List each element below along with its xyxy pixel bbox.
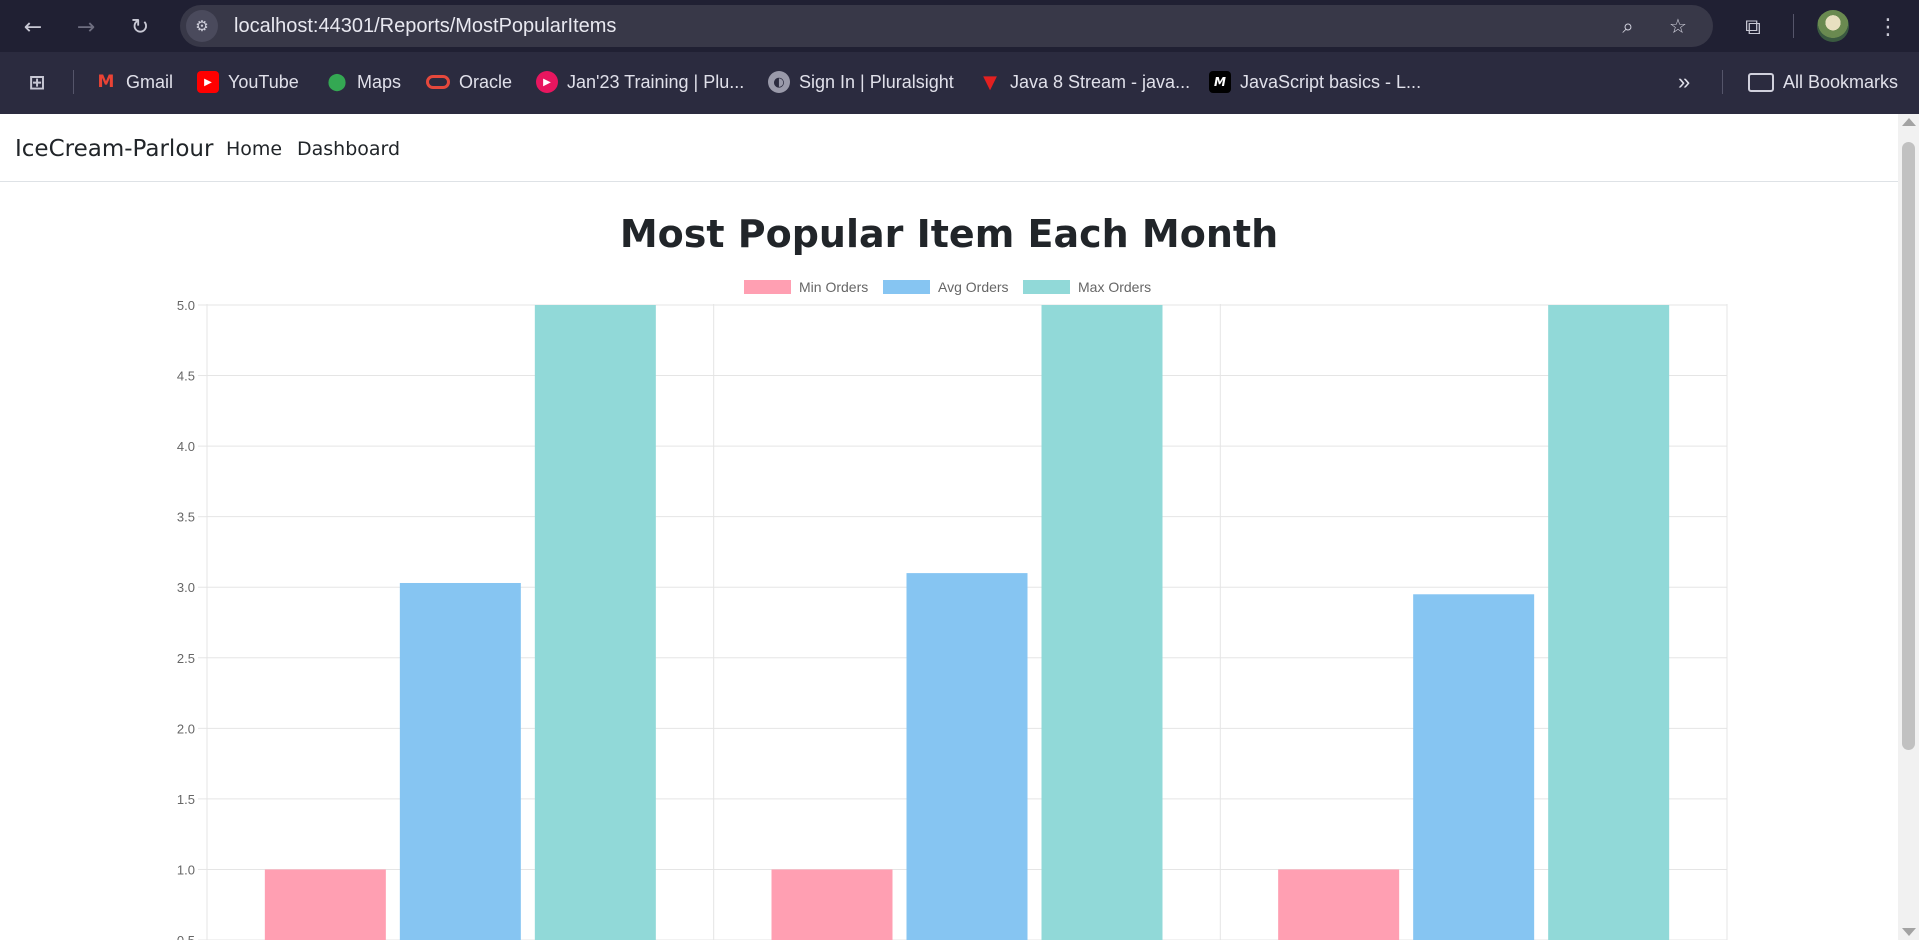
bookmark-label: Oracle <box>459 71 513 92</box>
bookmark-label: Jan'23 Training | Plu... <box>567 71 745 92</box>
bar <box>1548 305 1670 940</box>
back-arrow-icon[interactable]: ← <box>17 11 49 43</box>
y-tick-label: 4.0 <box>177 439 195 454</box>
y-tick-label: 4.5 <box>177 369 195 384</box>
pluralsight-icon: ▶ <box>536 71 558 93</box>
bookmark-javascript-basics[interactable]: M JavaScript basics - L... <box>1209 68 1421 96</box>
bar <box>771 869 893 940</box>
page-content: IceCream-Parlour Home Dashboard Most Pop… <box>0 114 1898 940</box>
y-tick-label: 3.0 <box>177 580 195 595</box>
chart-legend[interactable]: Min Orders Avg Orders Max Orders <box>744 279 1151 295</box>
page-scrollbar[interactable] <box>1898 114 1919 940</box>
chart-bars <box>264 305 1670 940</box>
bar <box>1413 594 1535 940</box>
kebab-menu-icon[interactable]: ⋮ <box>1872 11 1904 43</box>
legend-swatch <box>883 280 930 294</box>
bookmarks-divider <box>73 70 74 94</box>
bookmark-label: Gmail <box>126 71 174 92</box>
y-tick-label: 1.0 <box>177 862 195 877</box>
mdn-icon: M <box>1209 71 1231 93</box>
folder-icon <box>1748 72 1774 92</box>
y-axis: 5.0 4.5 4.0 3.5 3.0 2.5 2.0 1.5 1.0 0.5 <box>177 298 195 940</box>
all-bookmarks-button[interactable]: All Bookmarks <box>1748 68 1898 96</box>
gmail-icon: M <box>97 72 115 92</box>
bar <box>1278 869 1400 940</box>
scroll-down-arrow-icon[interactable] <box>1902 928 1916 936</box>
bookmark-gmail[interactable]: M Gmail <box>95 68 173 96</box>
bookmark-pluralsight-signin[interactable]: ◐ Sign In | Pluralsight <box>768 68 954 96</box>
java-bookmark-icon: ▼ <box>983 71 997 93</box>
bar <box>399 582 521 940</box>
bookmark-pluralsight-training[interactable]: ▶ Jan'23 Training | Plu... <box>536 68 744 96</box>
y-tick-label: 0.5 <box>177 933 195 940</box>
legend-swatch <box>744 280 791 294</box>
oracle-icon <box>426 75 450 89</box>
bar <box>1041 305 1163 940</box>
bookmark-youtube[interactable]: ▶ YouTube <box>197 68 299 96</box>
legend-label: Max Orders <box>1078 279 1151 295</box>
site-brand[interactable]: IceCream-Parlour <box>15 136 213 162</box>
legend-swatch <box>1023 280 1070 294</box>
browser-toolbar: ← → ↻ ⚙ localhost:44301/Reports/MostPopu… <box>0 0 1919 52</box>
forward-arrow-icon[interactable]: → <box>70 11 102 43</box>
reload-icon[interactable]: ↻ <box>124 11 156 43</box>
y-tick-label: 2.0 <box>177 721 195 736</box>
bar <box>906 573 1028 940</box>
site-navbar: IceCream-Parlour Home Dashboard <box>0 114 1898 182</box>
bookmark-label: YouTube <box>228 71 299 92</box>
nav-link-home[interactable]: Home <box>226 138 282 160</box>
nav-link-dashboard[interactable]: Dashboard <box>297 138 400 160</box>
bar-chart: Min Orders Avg Orders Max Orders 5.0 4.5 4.0… <box>177 279 1728 940</box>
maps-pin-icon: ⬤ <box>327 72 347 92</box>
profile-avatar[interactable] <box>1817 10 1849 42</box>
globe-icon: ◐ <box>768 71 790 93</box>
bookmarks-divider <box>1722 70 1723 94</box>
scrollbar-thumb[interactable] <box>1902 142 1915 750</box>
bar <box>534 305 656 940</box>
bookmark-label: Sign In | Pluralsight <box>799 71 954 92</box>
bookmark-java-stream[interactable]: ▼ Java 8 Stream - java... <box>979 68 1190 96</box>
all-bookmarks-label: All Bookmarks <box>1783 71 1899 92</box>
bookmark-maps[interactable]: ⬤ Maps <box>326 68 401 96</box>
more-bookmarks-chevron-icon[interactable]: » <box>1678 68 1690 96</box>
bookmark-label: Maps <box>357 71 402 92</box>
bookmark-label: Java 8 Stream - java... <box>1010 71 1191 92</box>
y-tick-label: 2.5 <box>177 651 195 666</box>
scroll-up-arrow-icon[interactable] <box>1902 118 1916 126</box>
bookmark-label: JavaScript basics - L... <box>1240 71 1422 92</box>
apps-grid-icon[interactable]: ⊞ <box>26 68 57 96</box>
tune-icon[interactable]: ⚙ <box>186 10 218 42</box>
address-bar[interactable]: ⚙ localhost:44301/Reports/MostPopularIte… <box>180 5 1713 47</box>
toolbar-divider <box>1793 14 1794 38</box>
puzzle-icon[interactable]: ⧉ <box>1737 11 1769 43</box>
y-tick-label: 1.5 <box>177 792 195 807</box>
y-tick-label: 5.0 <box>177 298 195 313</box>
bookmark-oracle[interactable]: Oracle <box>426 68 512 96</box>
legend-label: Min Orders <box>799 279 868 295</box>
chart-title: Most Popular Item Each Month <box>619 212 1279 256</box>
youtube-icon: ▶ <box>197 71 219 93</box>
y-tick-label: 3.5 <box>177 510 195 525</box>
zoom-icon[interactable]: ⌕ <box>1613 11 1643 41</box>
bar <box>264 869 386 940</box>
url-text[interactable]: localhost:44301/Reports/MostPopularItems <box>234 15 616 38</box>
star-icon[interactable]: ☆ <box>1663 11 1693 41</box>
legend-label: Avg Orders <box>938 279 1009 295</box>
